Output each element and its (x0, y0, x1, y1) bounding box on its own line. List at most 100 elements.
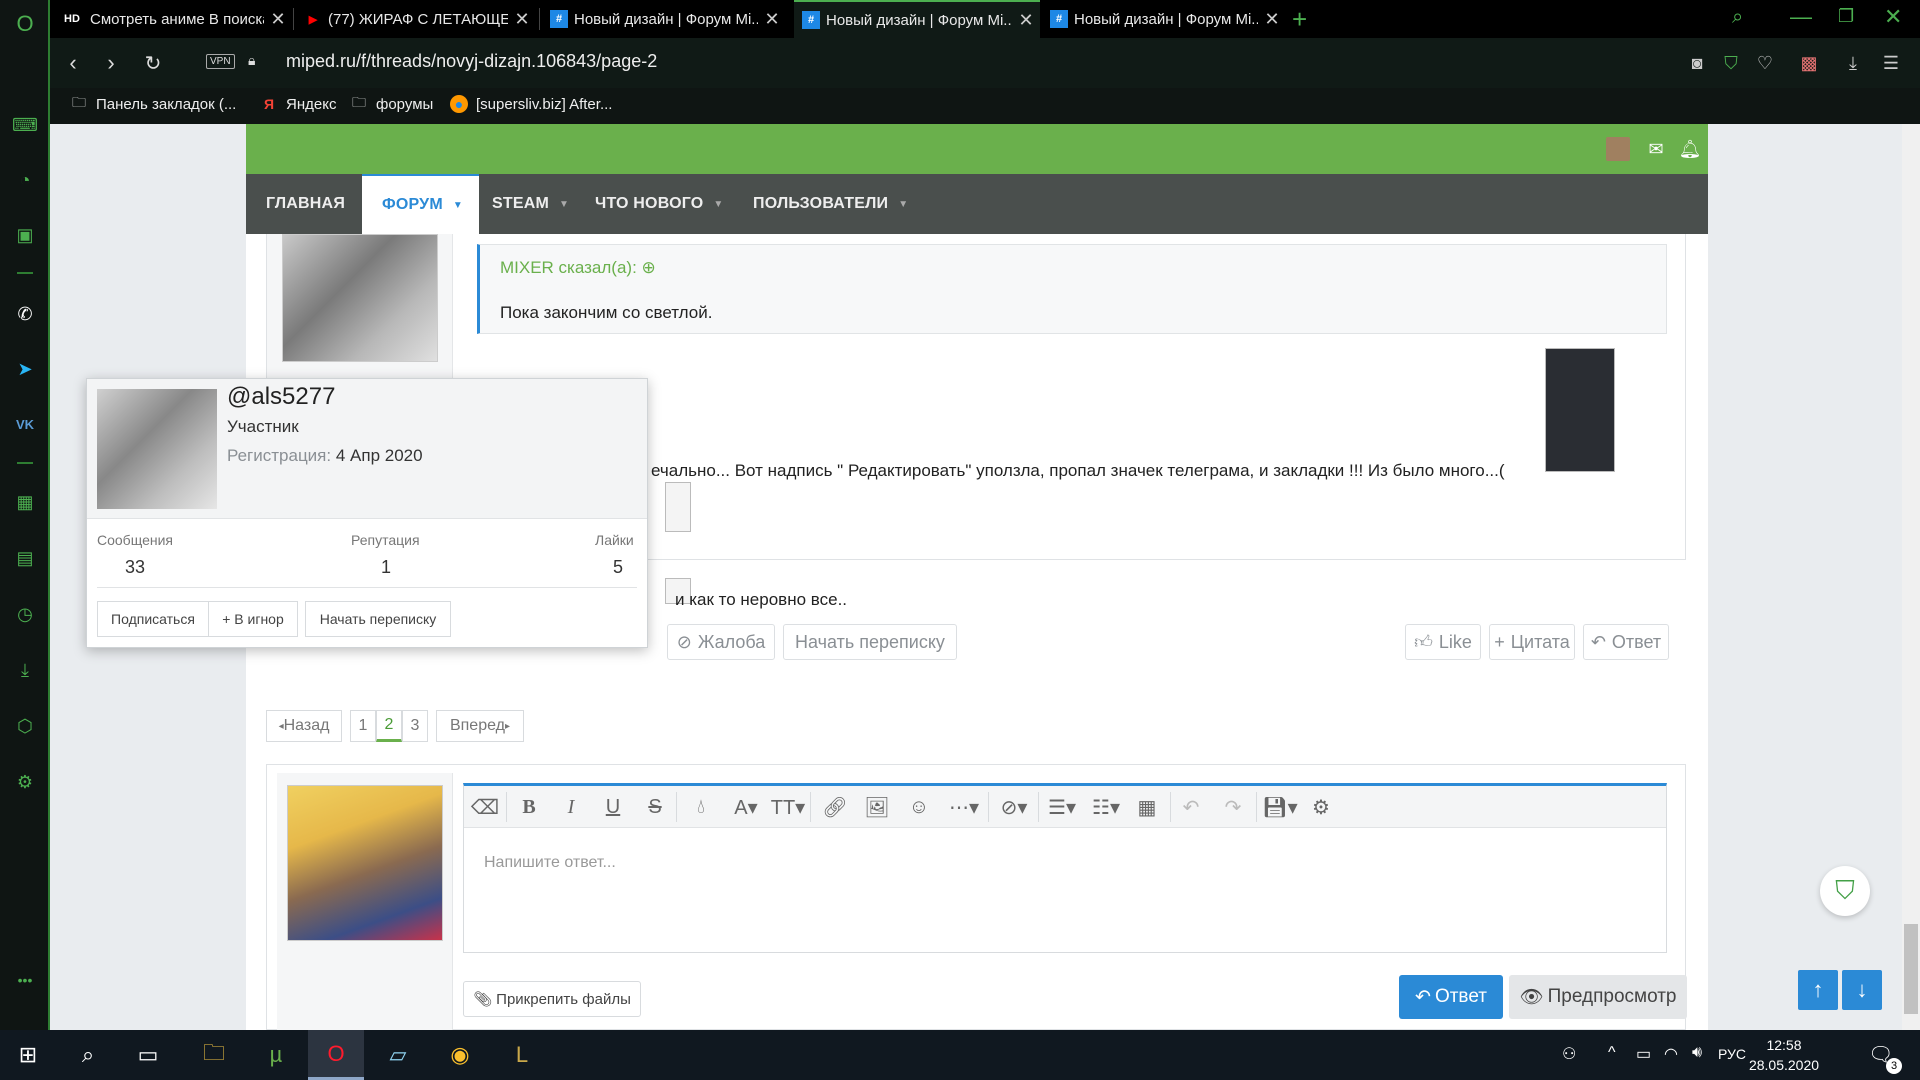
forward-icon[interactable]: › (98, 50, 124, 76)
font-size-icon[interactable]: TT▾ (770, 793, 806, 821)
twitch-icon[interactable]: ▣ (13, 223, 37, 247)
downloads-icon[interactable]: ⤓ (13, 658, 37, 682)
reply-textarea[interactable]: Напишите ответ... (484, 854, 616, 872)
close-icon[interactable]: ✕ (508, 9, 536, 30)
start-conversation-button[interactable]: Начать переписку (783, 624, 957, 660)
pager-page-3[interactable]: 3 (402, 710, 428, 742)
bell-icon[interactable]: 🔔︎ (1678, 137, 1702, 161)
camera-icon[interactable]: ◙ (1684, 50, 1710, 76)
wifi-icon[interactable]: ◠ (1664, 1044, 1678, 1064)
nav-home[interactable]: ГЛАВНАЯ (266, 174, 345, 234)
drafts-icon[interactable]: 💾︎▾ (1262, 793, 1298, 821)
opera-logo-icon[interactable]: O (13, 11, 37, 36)
extension-icon[interactable]: ▩ (1796, 50, 1822, 76)
easy-setup-icon[interactable]: ☰ (1878, 50, 1904, 76)
adblock-shield-icon[interactable]: ⛉ (1718, 50, 1744, 76)
grid-icon[interactable]: ▦ (13, 490, 37, 514)
bold-icon[interactable]: B (514, 793, 544, 821)
tab-forum-3[interactable]: # Новый дизайн | Форум Mi... ✕ (1042, 0, 1286, 38)
nav-users[interactable]: ПОЛЬЗОВАТЕЛИ ▼ (753, 174, 908, 234)
start-conversation-button[interactable]: Начать переписку (305, 601, 451, 637)
post-avatar[interactable] (282, 234, 438, 362)
page-scrollbar[interactable] (1902, 124, 1920, 1030)
minimize-button[interactable]: — (1790, 4, 1812, 30)
quote-button[interactable]: + Цитата (1489, 624, 1575, 660)
list-icon[interactable]: ☷▾ (1088, 793, 1124, 821)
report-button[interactable]: ⊘ Жалоба (667, 624, 775, 660)
tray-chevron-icon[interactable]: ^ (1608, 1044, 1616, 1062)
font-family-icon[interactable]: A▾ (728, 793, 764, 821)
close-icon[interactable]: ✕ (758, 9, 786, 30)
pager-page-1[interactable]: 1 (350, 710, 376, 742)
close-icon[interactable]: ✕ (264, 9, 292, 30)
messages-count[interactable]: 33 (125, 557, 145, 578)
telegram-icon[interactable]: ➤ (13, 357, 37, 381)
tab-forum-1[interactable]: # Новый дизайн | Форум Mi... ✕ (542, 0, 786, 38)
nav-steam[interactable]: STEAM ▼ (492, 174, 569, 234)
whatsapp-icon[interactable]: ✆ (13, 302, 37, 326)
table-icon[interactable]: ▦ (1132, 793, 1162, 821)
scroll-up-button[interactable]: ↑ (1798, 970, 1838, 1010)
bookmark-supersliv[interactable]: ● [supersliv.biz] After... (450, 95, 612, 113)
new-tab-button[interactable]: + (1292, 4, 1307, 35)
history-icon[interactable]: ◷ (13, 602, 37, 626)
battery-icon[interactable]: ▭ (1636, 1044, 1651, 1064)
chevron-down-icon[interactable]: ▼ (559, 199, 569, 210)
reply-avatar[interactable] (287, 785, 443, 941)
protection-shield-icon[interactable]: ⛉ (1820, 866, 1870, 916)
vk-icon[interactable]: VK (13, 412, 37, 436)
chevron-down-icon[interactable]: ▼ (898, 199, 908, 210)
text-color-icon[interactable]: 💧︎ (686, 793, 716, 821)
settings-icon[interactable]: ⚙ (13, 770, 37, 794)
search-icon[interactable]: ⌕ (60, 1030, 116, 1080)
news-icon[interactable]: ▤ (13, 546, 37, 570)
url-field[interactable]: miped.ru/f/threads/novyj-dizajn.106843/p… (286, 51, 657, 72)
bookmark-panel[interactable]: 🗀︎ Панель закладок (... (70, 94, 236, 113)
league-icon[interactable]: L (494, 1030, 550, 1080)
attach-files-button[interactable]: 📎︎ Прикрепить файлы (463, 981, 641, 1017)
chrome-icon[interactable]: ◉ (432, 1030, 488, 1080)
tab-youtube[interactable]: ▶ (77) ЖИРАФ С ЛЕТАЮЩЕЙ... ✕ (296, 0, 536, 38)
notepad-icon[interactable]: ▱ (370, 1030, 426, 1080)
restore-button[interactable]: ❐ (1838, 6, 1854, 27)
subscribe-button[interactable]: Подписаться (97, 601, 209, 637)
extensions-icon[interactable]: ⬡ (13, 714, 37, 738)
preview-button[interactable]: 👁︎ Предпросмотр (1509, 975, 1687, 1019)
search-tabs-icon[interactable]: ⌕ (1732, 6, 1743, 29)
tooltip-username[interactable]: @als5277 (227, 383, 335, 411)
align-icon[interactable]: ☰▾ (1044, 793, 1080, 821)
nav-forum[interactable]: ФОРУМ ▼ (362, 174, 479, 234)
eraser-icon[interactable]: ⌫ (470, 793, 500, 821)
volume-icon[interactable]: 🔊︎ (1692, 1044, 1702, 1062)
smiley-icon[interactable]: ☺ (904, 793, 934, 821)
redo-icon[interactable]: ↷ (1218, 793, 1248, 821)
pager-prev[interactable]: ◂ Назад (266, 710, 342, 742)
bookmark-forums[interactable]: 🗀︎ форумы (350, 94, 433, 113)
windows-start-icon[interactable]: ⊞ (0, 1030, 56, 1080)
chevron-down-icon[interactable]: ▼ (453, 200, 463, 211)
scroll-down-button[interactable]: ↓ (1842, 970, 1882, 1010)
user-avatar[interactable] (1606, 137, 1630, 161)
pager-next[interactable]: Вперед ▸ (436, 710, 524, 742)
strikethrough-icon[interactable]: S (640, 793, 670, 821)
lock-icon[interactable]: 🔒︎ (248, 52, 255, 69)
vpn-badge[interactable]: VPN (206, 54, 235, 69)
link-icon[interactable]: 🔗︎ (820, 793, 850, 821)
attachment-thumbnail[interactable] (1545, 348, 1615, 472)
task-view-icon[interactable]: ▭ (120, 1030, 176, 1080)
hide-icon[interactable]: ⊘▾ (996, 793, 1032, 821)
back-icon[interactable]: ‹ (60, 50, 86, 76)
bookmark-yandex[interactable]: Я Яндекс (260, 95, 336, 113)
attachment-thumbnail[interactable] (665, 482, 691, 532)
download-icon[interactable]: ⤓ (1840, 50, 1866, 76)
more-icon[interactable]: ••• (13, 968, 37, 992)
heart-icon[interactable]: ♡ (1752, 50, 1778, 76)
tooltip-avatar[interactable] (97, 389, 217, 509)
language-indicator[interactable]: РУС (1718, 1046, 1746, 1062)
chevron-down-icon[interactable]: ▼ (713, 199, 723, 210)
close-icon[interactable]: ✕ (1012, 10, 1040, 31)
tab-forum-2[interactable]: # Новый дизайн | Форум Mi... ✕ (794, 0, 1040, 38)
gamepad-icon[interactable]: ⌨ (12, 113, 38, 137)
close-icon[interactable]: ✕ (1258, 9, 1286, 30)
mail-icon[interactable]: ✉ (1644, 137, 1668, 161)
